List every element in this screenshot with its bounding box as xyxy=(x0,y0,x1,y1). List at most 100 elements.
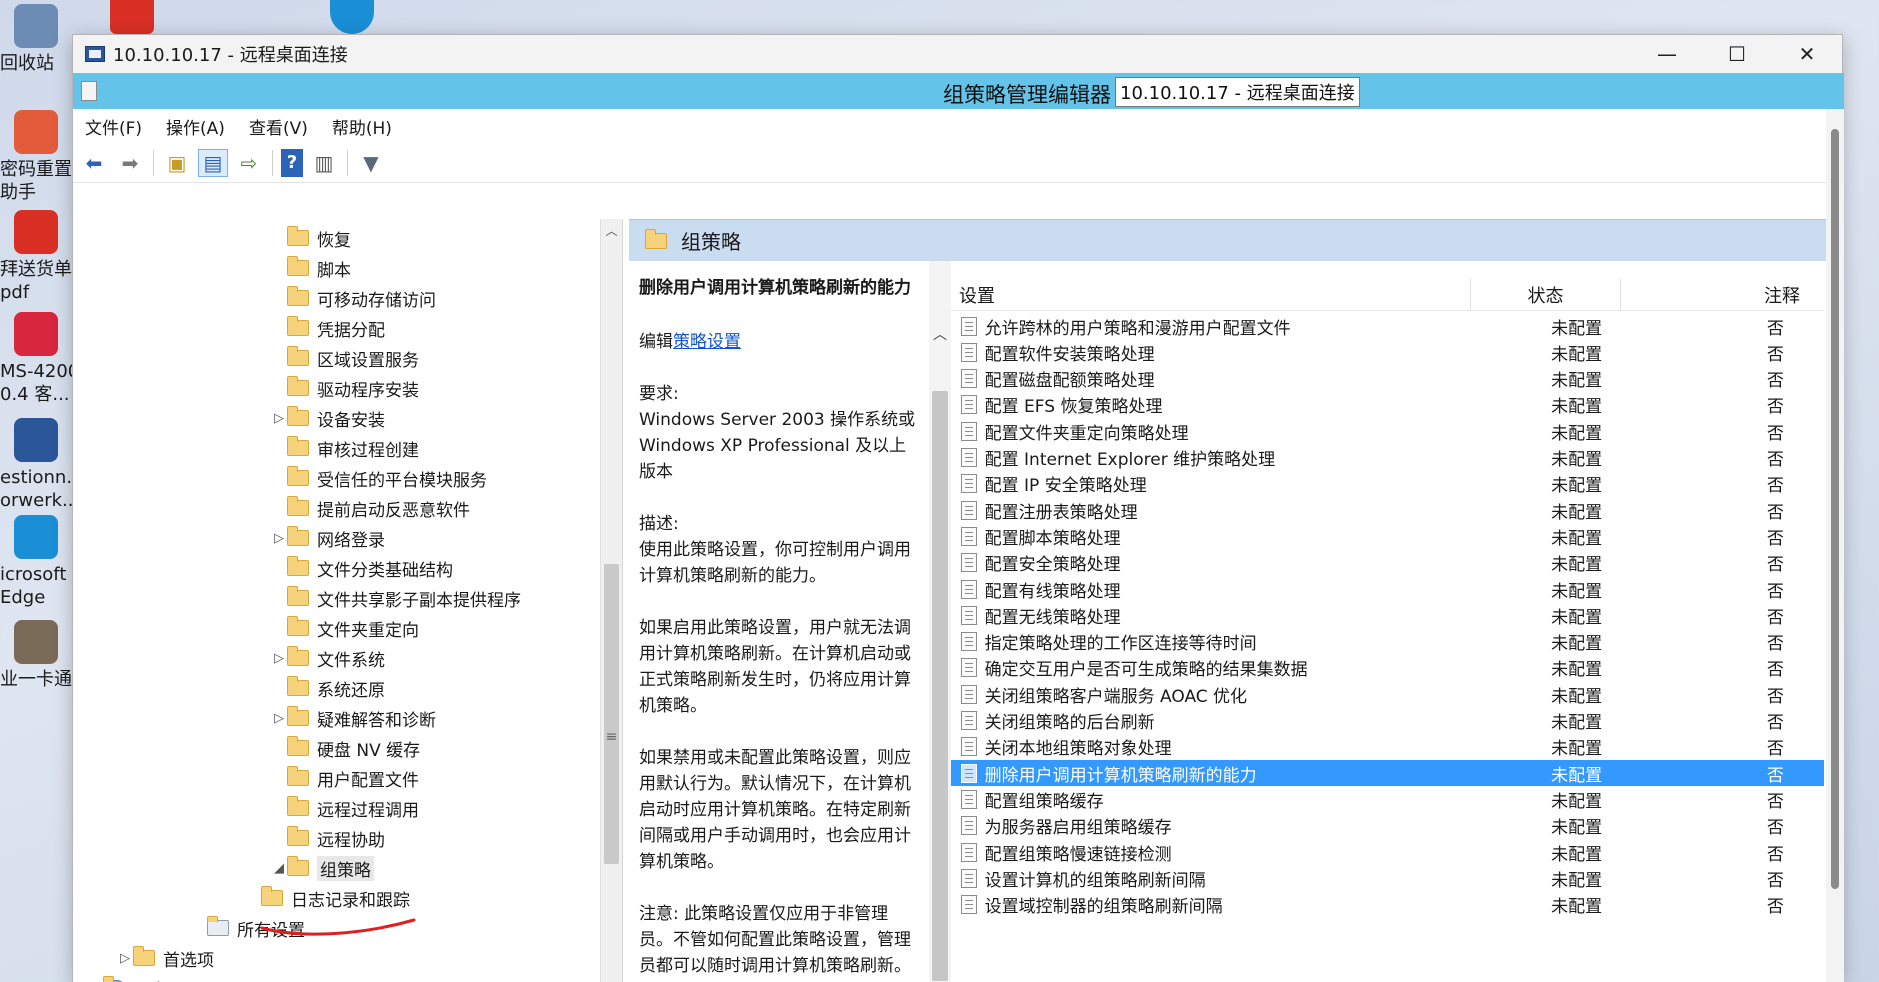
col-state[interactable]: 状态 xyxy=(1471,279,1621,310)
tree-item[interactable]: ▷ 首选项 xyxy=(117,943,214,973)
tree-item[interactable]: 驱动程序安装 xyxy=(271,373,419,403)
tree-item[interactable]: 可移动存储访问 xyxy=(271,283,436,313)
up-folder-icon[interactable]: ▣ xyxy=(162,149,192,177)
tree-item[interactable]: 系统还原 xyxy=(271,673,385,703)
tree-item[interactable]: 脚本 xyxy=(271,253,351,283)
properties-icon[interactable]: ▥ xyxy=(309,149,339,177)
col-note[interactable]: 注释 xyxy=(1621,279,1824,310)
table-row[interactable]: 配置 Internet Explorer 维护策略处理 未配置 否 xyxy=(951,445,1824,471)
tree-item[interactable]: 远程协助 xyxy=(271,823,385,853)
tree-item[interactable]: 区域设置服务 xyxy=(271,343,419,373)
tree-item[interactable]: 文件分类基础结构 xyxy=(271,553,453,583)
table-row[interactable]: 配置软件安装策略处理 未配置 否 xyxy=(951,339,1824,365)
desktop-icon-label: Edge xyxy=(0,587,46,608)
policy-setting-icon xyxy=(961,711,977,730)
table-row[interactable]: 配置组策略慢速链接检测 未配置 否 xyxy=(951,839,1824,865)
table-row[interactable]: 删除用户调用计算机策略刷新的能力 未配置 否 xyxy=(951,760,1824,787)
tree-expander-icon[interactable]: ◢ xyxy=(271,861,287,876)
help-icon[interactable]: ? xyxy=(281,148,303,177)
tree-expander-icon[interactable]: ▷ xyxy=(271,531,287,546)
table-row[interactable]: 配置无线策略处理 未配置 否 xyxy=(951,602,1824,628)
export-list-icon[interactable]: ⇨ xyxy=(234,149,264,177)
tree-item[interactable]: 审核过程创建 xyxy=(271,433,419,463)
tree-item[interactable]: 凭据分配 xyxy=(271,313,385,343)
table-row[interactable]: 允许跨林的用户策略和漫游用户配置文件 未配置 否 xyxy=(951,313,1824,339)
menu-file[interactable]: 文件(F) xyxy=(85,114,142,139)
menu-action[interactable]: 操作(A) xyxy=(166,114,225,139)
tree-expander-icon[interactable]: ▷ xyxy=(271,651,287,666)
tree-item[interactable]: ▷ 文件系统 xyxy=(271,643,385,673)
tree-item-label: 恢复 xyxy=(317,230,351,251)
tree-item[interactable]: 硬盘 NV 缓存 xyxy=(271,733,420,763)
tree-item[interactable]: ▷ 设备安装 xyxy=(271,403,385,433)
forward-arrow-icon[interactable]: ➡ xyxy=(115,149,145,177)
scroll-up-icon[interactable]: ︿ xyxy=(601,219,622,241)
tree-item[interactable]: ◢用户配置 xyxy=(87,973,201,982)
tree-item[interactable]: 提前启动反恶意软件 xyxy=(271,493,470,523)
policy-setting-link[interactable]: 策略设置 xyxy=(673,332,741,352)
desktop-icon-recycle-bin[interactable]: 回收站 xyxy=(0,4,72,75)
col-setting[interactable]: 设置 xyxy=(951,279,1471,310)
table-row[interactable]: 设置域控制器的组策略刷新间隔 未配置 否 xyxy=(951,892,1824,918)
table-row[interactable]: 指定策略处理的工作区连接等待时间 未配置 否 xyxy=(951,629,1824,655)
desktop-icon-word-doc[interactable]: estionn...orwerk... xyxy=(0,418,72,512)
folder-icon xyxy=(133,946,155,966)
tree-item[interactable]: ▷ 网络登录 xyxy=(271,523,385,553)
table-row[interactable]: 配置有线策略处理 未配置 否 xyxy=(951,576,1824,602)
tree-item[interactable]: 恢复 xyxy=(271,223,351,253)
tree-item[interactable]: 远程过程调用 xyxy=(271,793,419,823)
tree-item-label: 驱动程序安装 xyxy=(317,380,419,401)
filter-icon[interactable]: ▼ xyxy=(356,149,386,177)
table-row[interactable]: 配置文件夹重定向策略处理 未配置 否 xyxy=(951,418,1824,444)
tree-item[interactable]: ▷ 疑难解答和诊断 xyxy=(271,703,436,733)
tree-item[interactable]: 文件共享影子副本提供程序 xyxy=(271,583,521,613)
desc-text: 使用此策略设置，你可控制用户调用计算机策略刷新的能力。 xyxy=(639,540,911,586)
table-row[interactable]: 配置 IP 安全策略处理 未配置 否 xyxy=(951,471,1824,497)
table-row[interactable]: 设置计算机的组策略刷新间隔 未配置 否 xyxy=(951,865,1824,891)
table-row[interactable]: 配置脚本策略处理 未配置 否 xyxy=(951,523,1824,549)
table-row[interactable]: 关闭本地组策略对象处理 未配置 否 xyxy=(951,734,1824,760)
minimize-button[interactable]: — xyxy=(1632,35,1702,73)
menu-help[interactable]: 帮助(H) xyxy=(332,114,392,139)
policy-setting-icon xyxy=(961,842,977,862)
tree-item-label: 区域设置服务 xyxy=(317,350,419,371)
outer-scroll-thumb[interactable] xyxy=(1831,129,1839,889)
table-row[interactable]: 配置 EFS 恢复策略处理 未配置 否 xyxy=(951,392,1824,418)
desktop-icon-pdf-file[interactable]: 拜送货单. pdf xyxy=(0,210,72,304)
tree-item[interactable]: ◢ 组策略 xyxy=(271,853,374,883)
tree-item-label: 用户配置文件 xyxy=(317,770,419,791)
list-scrollbar[interactable]: ︿ xyxy=(929,261,951,982)
desktop-icon-ms-client[interactable]: MS-4200 0.4 客... xyxy=(0,312,72,406)
table-row[interactable]: 配置注册表策略处理 未配置 否 xyxy=(951,497,1824,523)
list-scroll-up-icon[interactable]: ︿ xyxy=(929,319,951,349)
table-row[interactable]: 关闭组策略客户端服务 AOAC 优化 未配置 否 xyxy=(951,681,1824,707)
maximize-button[interactable]: ☐ xyxy=(1702,35,1772,73)
tree-item[interactable]: 用户配置文件 xyxy=(271,763,419,793)
table-row[interactable]: 配置安全策略处理 未配置 否 xyxy=(951,550,1824,576)
row-note: 否 xyxy=(1766,371,1784,392)
table-row[interactable]: 配置磁盘配额策略处理 未配置 否 xyxy=(951,366,1824,392)
tree-expander-icon[interactable]: ▷ xyxy=(271,711,287,726)
tree-expander-icon[interactable]: ▷ xyxy=(117,951,133,966)
table-row[interactable]: 配置组策略缓存 未配置 否 xyxy=(951,786,1824,812)
outer-scrollbar[interactable] xyxy=(1826,109,1844,982)
desktop-icon-card-app[interactable]: 业一卡通 xyxy=(0,620,72,691)
show-tree-icon[interactable]: ▤ xyxy=(198,148,228,177)
table-row[interactable]: 为服务器启用组策略缓存 未配置 否 xyxy=(951,813,1824,839)
tree-scroll-thumb[interactable] xyxy=(604,564,619,864)
tree-scrollbar[interactable]: ︿ ≡ xyxy=(600,219,622,982)
list-scroll-thumb[interactable] xyxy=(932,391,948,981)
desktop-icon-edge[interactable]: icrosoft Edge xyxy=(0,515,72,609)
menu-view[interactable]: 查看(V) xyxy=(249,114,308,139)
desktop-icon-password-reset[interactable]: 密码重置 助手 xyxy=(0,110,72,204)
tree-expander-icon[interactable]: ▷ xyxy=(271,411,287,426)
rdp-app-icon xyxy=(85,46,105,62)
table-row[interactable]: 确定交互用户是否可生成策略的结果集数据 未配置 否 xyxy=(951,655,1824,681)
back-arrow-icon[interactable]: ⬅ xyxy=(79,149,109,177)
policy-setting-icon xyxy=(961,342,977,362)
tree-item[interactable]: 日志记录和跟踪 xyxy=(245,883,410,913)
tree-item[interactable]: 受信任的平台模块服务 xyxy=(271,463,487,493)
close-button[interactable]: ✕ xyxy=(1772,35,1842,73)
tree-item[interactable]: 文件夹重定向 xyxy=(271,613,419,643)
table-row[interactable]: 关闭组策略的后台刷新 未配置 否 xyxy=(951,708,1824,734)
